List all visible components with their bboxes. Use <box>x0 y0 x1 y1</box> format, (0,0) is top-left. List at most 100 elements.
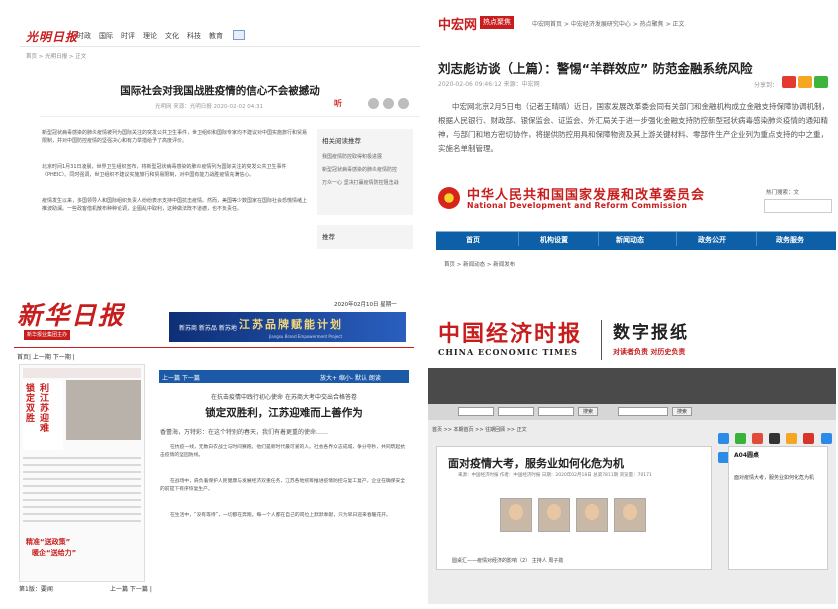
page-prev-next[interactable]: 上一篇 下一篇 | <box>110 584 152 593</box>
site-logo-en: CHINA ECONOMIC TIMES <box>438 347 578 357</box>
page-label[interactable]: 第1版：要闻 <box>19 584 53 593</box>
article-paragraph: 在战场中，肩负着保护人民健康与发展经济双重任务，江苏各地统筹推进疫情防控与复工复… <box>160 479 406 492</box>
nav-news[interactable]: 新闻动态 <box>616 235 644 245</box>
article-meta: 光明网 来源：光明日报 2020-02-02 04:31 <box>155 104 264 110</box>
article-caption: 圆桌汇——疫情对经济的影响（2） 主持人 周子勋 <box>452 558 564 564</box>
qq-icon[interactable] <box>769 433 781 444</box>
site-logo[interactable]: 光明日报 <box>26 28 78 45</box>
issue-date: 2020年02月10日 星期一 <box>334 302 397 308</box>
ad-subtitle: Jiangsu Brand Empowerment Project <box>269 334 343 339</box>
nav-item[interactable]: 理论 <box>143 31 157 41</box>
thumb-photo <box>66 380 141 440</box>
xinhua-daily-panel: 新华日报 新华报业集团主办 2020年02月10日 星期一 新苏商 新苏品 新苏… <box>14 292 414 604</box>
search-input[interactable] <box>764 199 832 213</box>
article-paragraph: 中宏网北京2月5日电（记者王晴晴）近日，国家发展改革委会同有关部门和金融机构成立… <box>438 102 830 153</box>
nav-home[interactable]: 首页 <box>466 235 480 245</box>
nav-divider <box>676 232 677 246</box>
recommend-sidebar: 推荐 <box>317 225 413 249</box>
sidebar-link[interactable]: 面对疫情大考，服务业如何化危为机 <box>734 474 814 481</box>
nav-item[interactable]: 教育 <box>209 31 223 41</box>
breadcrumb[interactable]: 首页 > 新闻动态 > 新闻发布 <box>444 260 515 268</box>
article-paragraph: 北京时间1月31日凌晨，世界卫生组织宣布，将新型冠状病毒感染的肺炎疫情列为国际关… <box>42 164 287 178</box>
thumb-text-line <box>23 520 141 522</box>
ndrc-title-en: National Development and Reform Commissi… <box>467 201 688 210</box>
divider <box>40 116 420 117</box>
article-prev-next[interactable]: 上一篇 下一篇 <box>162 373 200 382</box>
article-kicker: 在抗击疫情中践行初心使命 在苏商大考中交出合格答卷 <box>211 394 357 401</box>
wechat-icon[interactable] <box>735 433 747 444</box>
sidebar-link[interactable]: 万众一心 坚决打赢疫情防控阻击战 <box>317 177 413 190</box>
nav-item[interactable]: 时政 <box>77 31 91 41</box>
weibo-icon[interactable] <box>782 76 796 88</box>
sidebar-link[interactable]: 新型冠状病毒感染的肺炎疫情防控 <box>317 164 413 177</box>
thumb-text-line <box>23 513 141 515</box>
wechat-icon[interactable] <box>383 98 394 109</box>
nav-item[interactable]: 国际 <box>99 31 113 41</box>
day-select[interactable] <box>538 407 574 416</box>
breadcrumb[interactable]: 首页 > 光明日报 > 正文 <box>26 52 86 60</box>
menu-icon[interactable] <box>233 30 245 40</box>
guangming-daily-panel: 光明日报 时政 国际 时评 理论 文化 科技 教育 首页 > 光明日报 > 正文… <box>20 25 420 265</box>
ad-title: 江苏品牌赋能计划 <box>239 318 343 331</box>
sidebar-title: 相关阅读推荐 <box>322 137 361 145</box>
renren-icon[interactable] <box>803 433 815 444</box>
breadcrumb[interactable]: 首页 >> 本期首页 >> 往期回顾 >> 正文 <box>432 426 527 433</box>
nav-item[interactable]: 科技 <box>187 31 201 41</box>
wechat-icon[interactable] <box>814 76 828 88</box>
issue-nav[interactable]: 首页| 上一期 下一期 | <box>17 352 75 361</box>
national-emblem-icon <box>438 187 460 209</box>
economic-times-panel: 中国经济时报 CHINA ECONOMIC TIMES 数字报纸 对读者负责 对… <box>428 312 836 604</box>
article-paragraph: 疫情发生以来，多国领导人和国际组织负责人纷纷表示支持中国抗击疫情。然而，美国等少… <box>42 198 308 212</box>
month-select[interactable] <box>498 407 534 416</box>
divider <box>601 320 602 360</box>
slogan: 对读者负责 对历史负责 <box>613 348 686 356</box>
more-share-icon[interactable] <box>820 433 832 444</box>
qzone-icon[interactable] <box>798 76 812 88</box>
weibo-icon[interactable] <box>752 433 764 444</box>
thumb-headline: 精准“送政策” <box>26 538 71 546</box>
share-icon[interactable] <box>368 98 379 109</box>
site-logo[interactable]: 新华日报 <box>17 296 125 332</box>
thumb-text-line <box>23 464 141 466</box>
thumb-text-line <box>23 471 141 473</box>
site-logo[interactable]: 中宏网 <box>438 14 477 33</box>
nav-orgs[interactable]: 机构设置 <box>540 235 568 245</box>
article-meta: 来源：中国经济时报 作者：中国经济时报 日期：2020年02月18日 总第781… <box>458 473 652 478</box>
weibo-icon[interactable] <box>398 98 409 109</box>
article-title: 面对疫情大考，服务业如何化危为机 <box>448 457 624 470</box>
thumb-text-line <box>23 485 141 487</box>
sidebar-title: 推荐 <box>322 233 335 241</box>
share-label: 分享到： <box>754 82 779 89</box>
ad-left-text: 新苏商 新苏品 新苏地 <box>179 325 237 332</box>
divider <box>14 347 414 348</box>
article-title: 锁定双胜利，江苏迎难而上善作为 <box>205 407 363 419</box>
nav-gov-service[interactable]: 政务服务 <box>776 235 804 245</box>
nav-item[interactable]: 文化 <box>165 31 179 41</box>
date-search-button[interactable]: 搜索 <box>578 407 598 416</box>
sidebar-heading: A04圆桌 <box>734 452 759 459</box>
keyword-search-button[interactable]: 搜索 <box>672 407 692 416</box>
sidebar-link[interactable]: 我国疫情防控取得积极进展 <box>317 151 413 164</box>
logo-subtitle: 新华报业集团主办 <box>24 330 71 340</box>
article-tools[interactable]: 放大+ 缩小- 默认 朗读 <box>320 373 381 382</box>
breadcrumb[interactable]: 中宏网首页 > 中宏经济发展研究中心 > 热点聚焦 > 正文 <box>532 19 685 28</box>
digital-paper-title: 数字报纸 <box>613 323 689 343</box>
year-select[interactable] <box>458 407 494 416</box>
site-logo[interactable]: 中国经济时报 <box>438 316 582 348</box>
thumb-text-line <box>23 499 141 501</box>
thumb-text-line <box>23 457 141 459</box>
nav-item[interactable]: 时评 <box>121 31 135 41</box>
keyword-input[interactable] <box>618 407 668 416</box>
qzone-icon[interactable] <box>786 433 798 444</box>
article-title: 国际社会对我国战胜疫情的信心不会被撼动 <box>120 85 320 97</box>
add-icon[interactable] <box>718 433 729 444</box>
thumb-header <box>23 368 141 378</box>
thumb-text-line <box>23 478 141 480</box>
nav-gov-info[interactable]: 政务公开 <box>698 235 726 245</box>
hot-search-label: 热门搜索：文 <box>766 190 800 196</box>
hot-badge[interactable]: 热点聚焦 <box>480 16 514 29</box>
article-paragraph: 在生活中，“没有等待”，一切都在奔跑。每一个人都在自己的岗位上默默奉献，只为早日… <box>170 513 391 518</box>
article-paragraph: 在抗疫一线，无数白衣战士与时间赛跑，他们是新时代最可爱的人。社会各界众志成城，争… <box>160 445 406 458</box>
listen-button[interactable]: 听 <box>334 98 342 109</box>
thumb-headline: 利江苏迎难 <box>40 384 50 434</box>
